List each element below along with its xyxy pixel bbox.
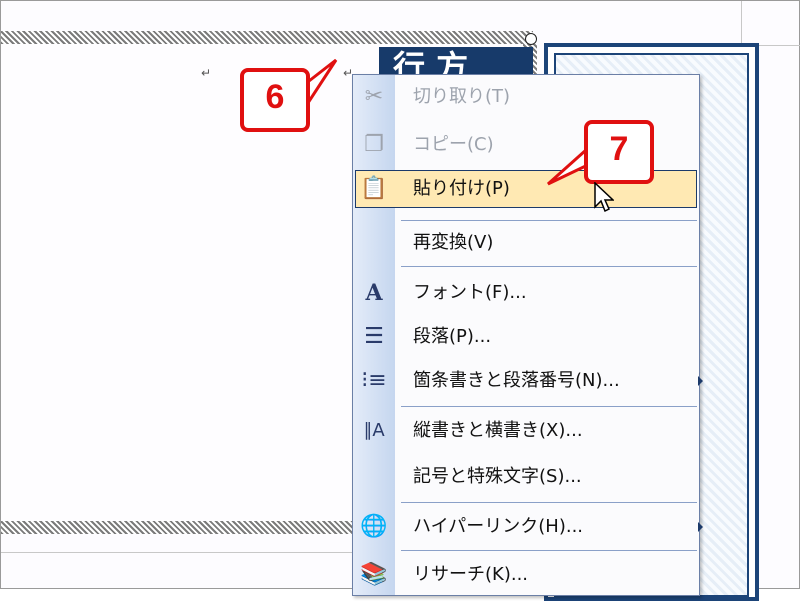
menu-item-label: リサーチ(K)...	[413, 564, 529, 585]
menu-item-label: 縦書きと横書き(X)...	[413, 420, 583, 441]
menu-item-hyperlink[interactable]: 🌐 ハイパーリンク(H)...	[353, 505, 703, 549]
menu-separator	[401, 550, 697, 551]
hyperlink-icon: 🌐	[360, 514, 388, 539]
copy-icon: ❐	[364, 132, 384, 157]
menu-item-label: コピー(C)	[413, 134, 494, 155]
menu-item-label: ハイパーリンク(H)...	[413, 516, 584, 537]
menu-item-label: 箇条書きと段落番号(N)...	[413, 370, 620, 391]
menu-item-text-direction[interactable]: ∥A 縦書きと横書き(X)...	[353, 409, 699, 453]
menu-item-research[interactable]: 📚 リサーチ(K)...	[353, 553, 699, 597]
menu-item-label: 段落(P)...	[413, 326, 492, 347]
research-icon: 📚	[360, 562, 388, 587]
menu-item-label: 切り取り(T)	[413, 86, 511, 107]
menu-item-paragraph[interactable]: ☰ 段落(P)...	[353, 315, 699, 359]
menu-item-font[interactable]: A フォント(F)...	[353, 271, 699, 315]
font-icon: A	[365, 280, 383, 306]
menu-item-label: 貼り付け(P)	[413, 178, 510, 199]
scissors-icon: ✂	[364, 84, 384, 109]
menu-item-label: 記号と特殊文字(S)...	[413, 466, 582, 487]
bullets-icon: ⁝≡	[361, 368, 387, 393]
grid-line	[741, 1, 742, 43]
submenu-arrow-icon	[698, 522, 703, 532]
step-7-callout: 7	[584, 120, 654, 184]
submenu-arrow-icon	[698, 376, 703, 386]
text-direction-icon: ∥A	[363, 420, 385, 441]
menu-separator	[401, 406, 697, 407]
menu-item-bullets-numbering[interactable]: ⁝≡ 箇条書きと段落番号(N)...	[353, 359, 703, 403]
paste-icon: 📋	[360, 176, 388, 201]
menu-separator	[401, 266, 697, 267]
paragraph-icon: ☰	[364, 324, 384, 349]
menu-item-reconvert[interactable]: 再変換(V)	[353, 221, 699, 265]
paragraph-mark-icon: ↵	[201, 66, 212, 80]
menu-item-label: フォント(F)...	[413, 282, 527, 303]
menu-item-cut[interactable]: ✂ 切り取り(T)	[353, 75, 699, 119]
text-box-border-top[interactable]	[1, 31, 533, 44]
menu-separator	[401, 502, 697, 503]
step-6-callout: 6	[240, 68, 310, 132]
resize-handle[interactable]	[525, 33, 537, 45]
menu-item-symbols[interactable]: 記号と特殊文字(S)...	[353, 455, 699, 499]
mouse-cursor-icon	[594, 182, 614, 213]
menu-item-label: 再変換(V)	[413, 232, 494, 253]
